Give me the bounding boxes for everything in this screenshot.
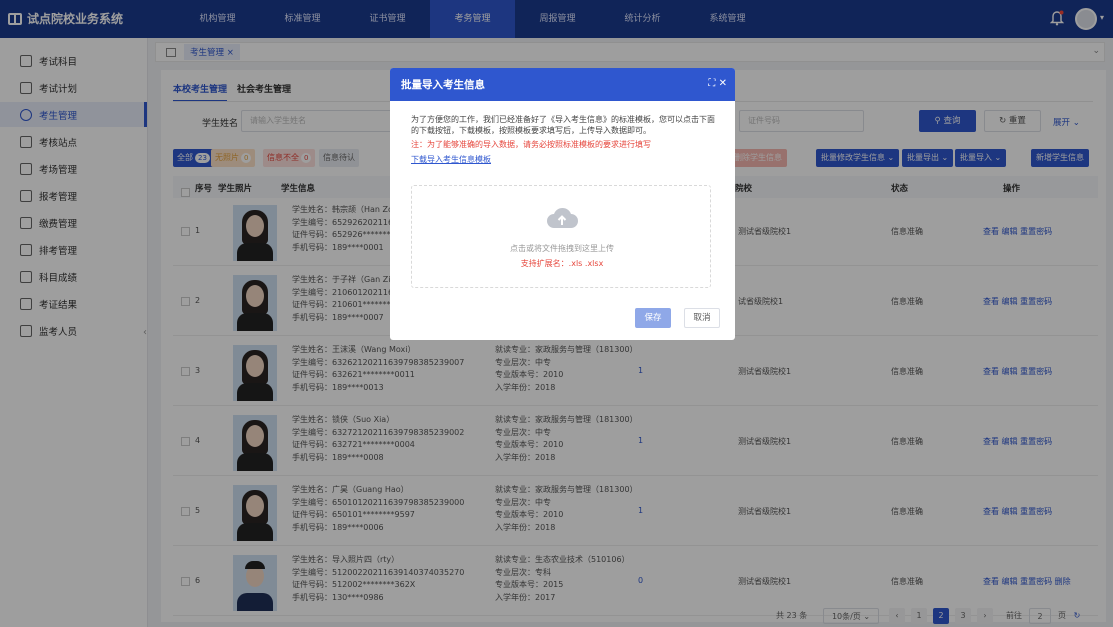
close-icon[interactable]: ✕ [719, 78, 727, 89]
dialog-window-controls: ⛶ ✕ [708, 78, 727, 89]
upload-hint: 点击或将文件拖拽到这里上传 [510, 244, 614, 253]
dialog-body: 为了方便您的工作，我们已经准备好了《导入考生信息》的标准模板，您可以点击下面的下… [401, 108, 725, 298]
import-dialog: 批量导入考生信息 ⛶ ✕ 为了方便您的工作，我们已经准备好了《导入考生信息》的标… [390, 68, 735, 340]
fullscreen-icon[interactable]: ⛶ [708, 78, 715, 89]
dialog-title: 批量导入考生信息 [401, 79, 485, 91]
dialog-warning: 注：为了能够准确的导入数据，请务必按照标准模板的要求进行填写 [411, 140, 651, 149]
upload-extensions: 支持扩展名：.xls .xlsx [520, 259, 604, 268]
cancel-button[interactable]: 取消 [684, 308, 720, 328]
dialog-intro: 为了方便您的工作，我们已经准备好了《导入考生信息》的标准模板，您可以点击下面的下… [411, 115, 715, 135]
save-button[interactable]: 保存 [635, 308, 671, 328]
cloud-upload-icon [547, 207, 578, 228]
dialog-header: 批量导入考生信息 ⛶ ✕ [390, 68, 735, 101]
upload-dropzone[interactable]: 点击或将文件拖拽到这里上传 支持扩展名：.xls .xlsx [411, 185, 711, 288]
download-template-link[interactable]: 下载导入考生信息模板 [401, 150, 725, 165]
